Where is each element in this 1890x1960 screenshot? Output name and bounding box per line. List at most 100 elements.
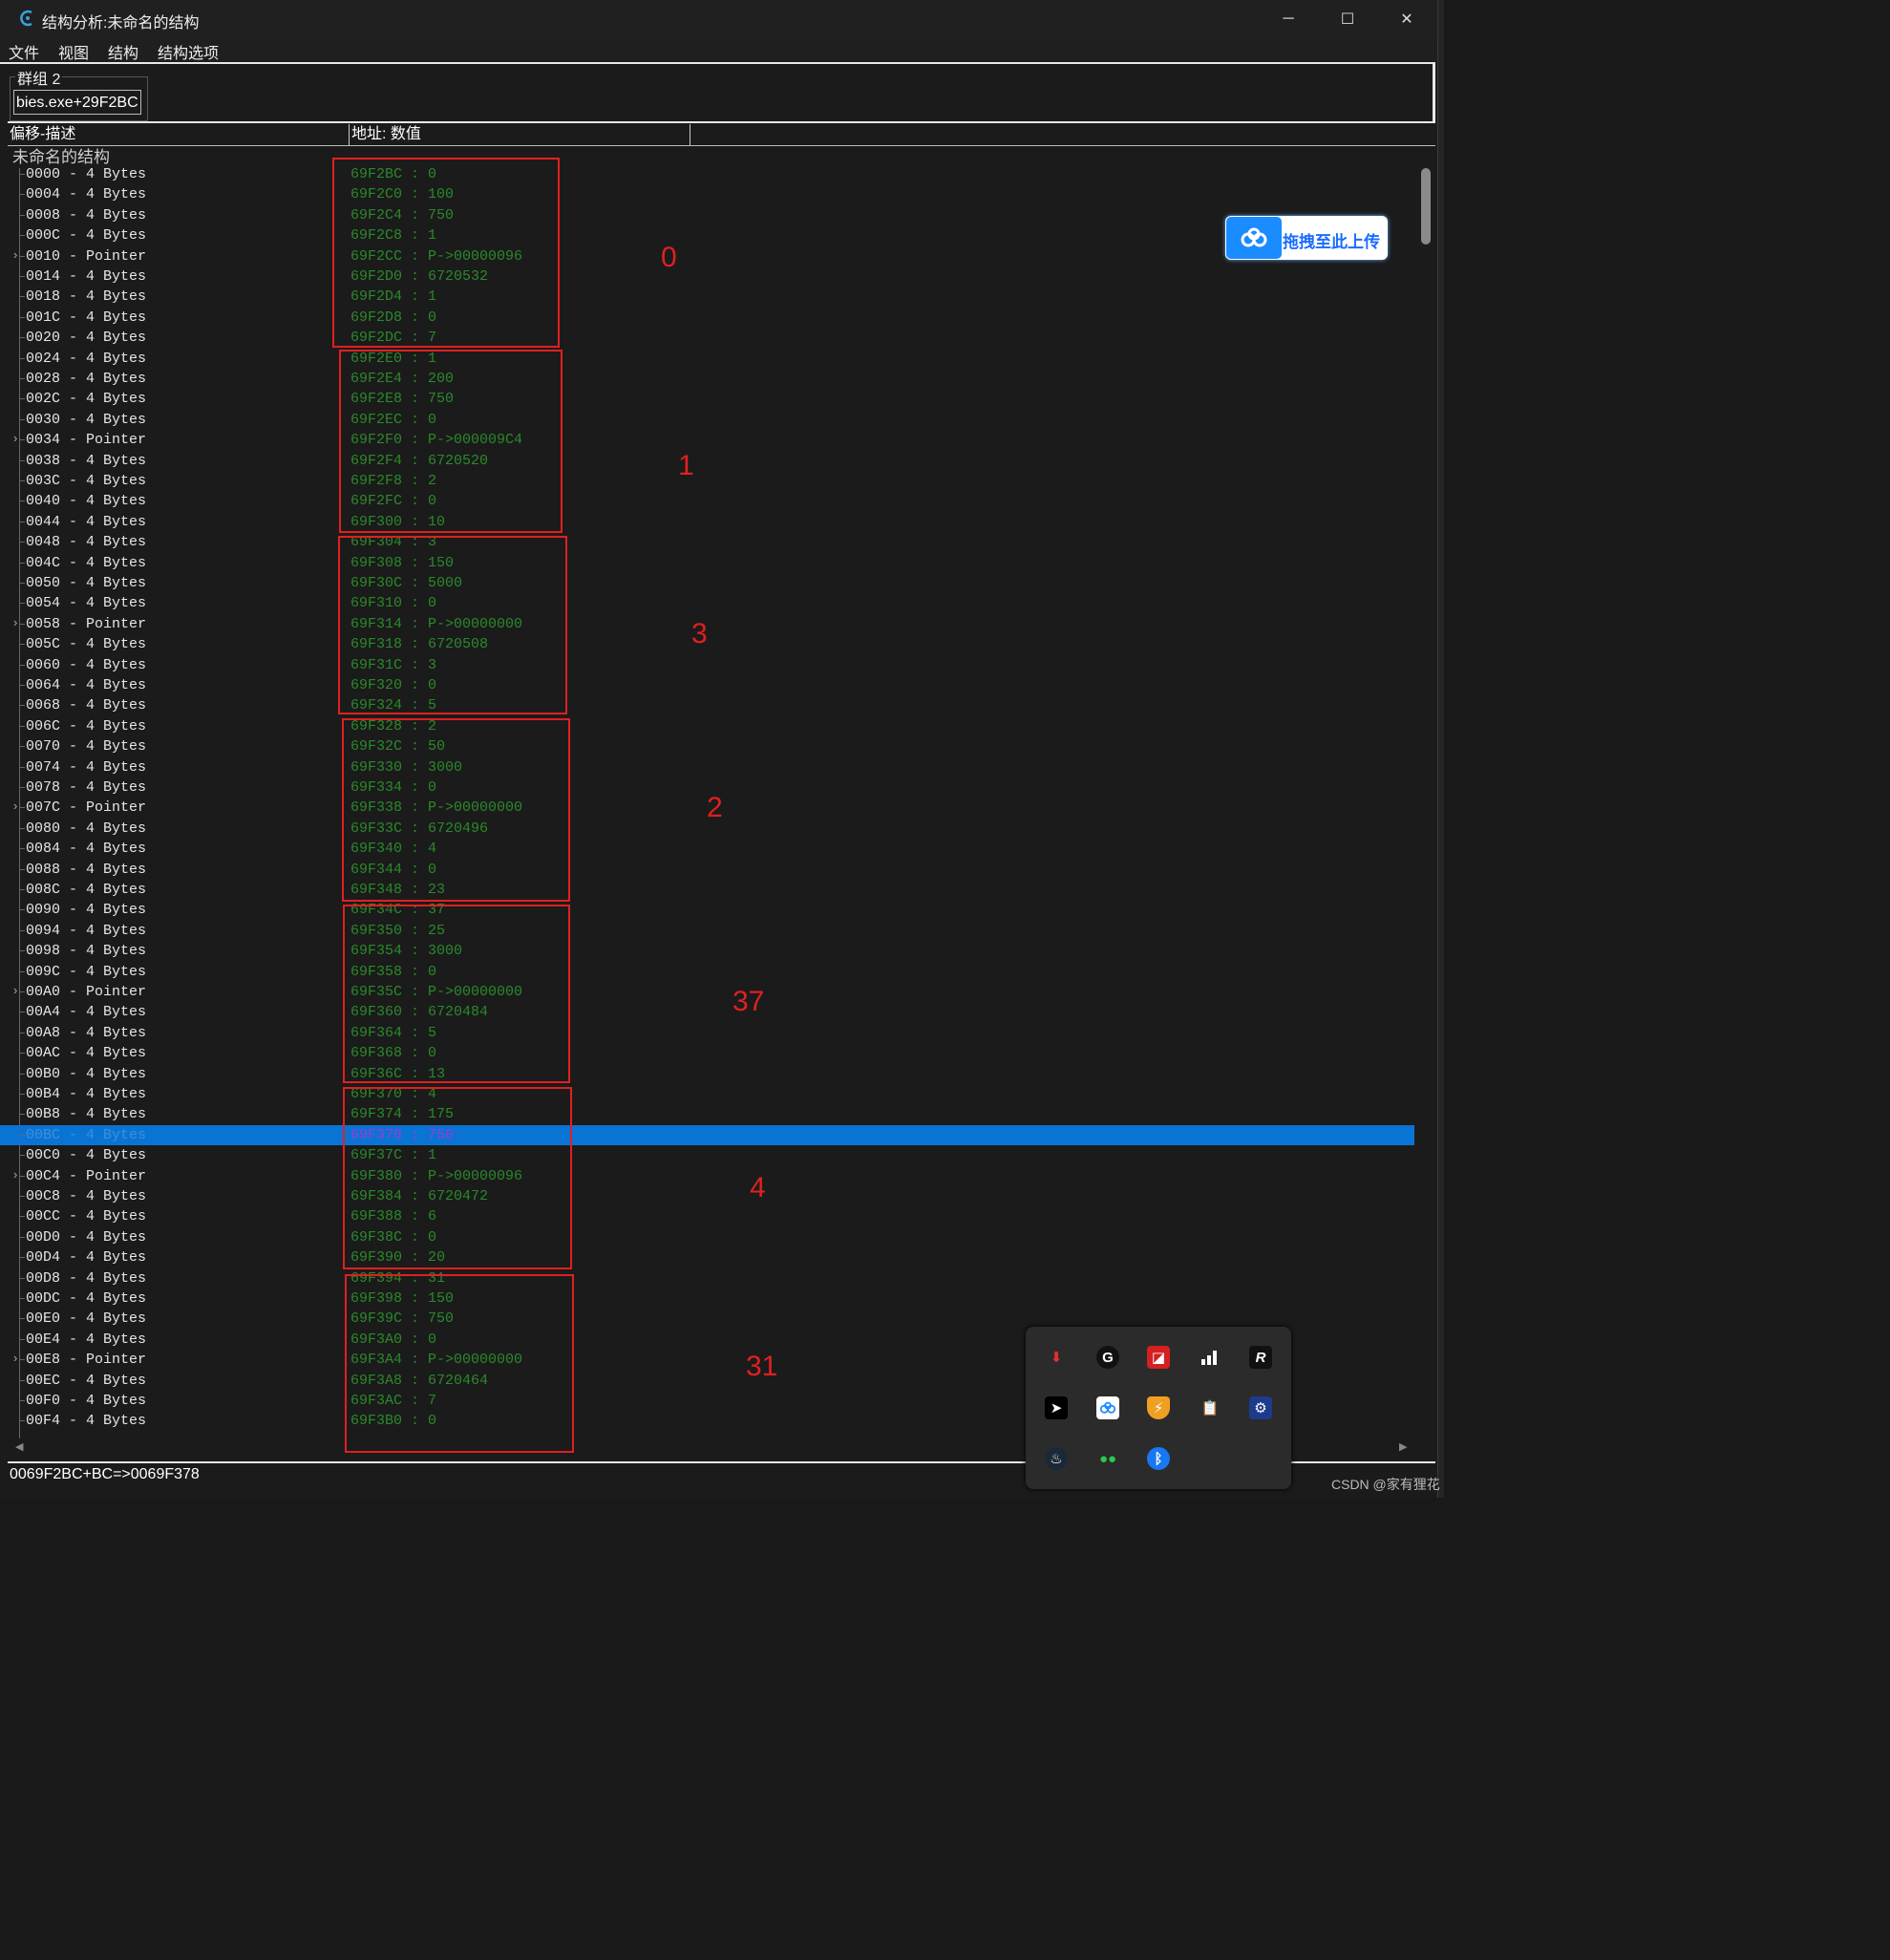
tree-row[interactable]: › 0010 - Pointer 69F2CC : P->00000096 [0,246,1414,266]
tree-row[interactable]: 0020 - 4 Bytes 69F2DC : 7 [0,328,1414,348]
r-icon[interactable]: R [1249,1346,1272,1369]
menu-view[interactable]: 视图 [58,40,89,63]
tree-row[interactable]: 00B0 - 4 Bytes 69F36C : 13 [0,1064,1414,1084]
tree-row[interactable]: 00A8 - 4 Bytes 69F364 : 5 [0,1023,1414,1043]
amd-icon[interactable]: ◪ [1147,1346,1170,1369]
tree-row[interactable]: 00B4 - 4 Bytes 69F370 : 4 [0,1084,1414,1104]
bluetooth-icon[interactable]: ᛒ [1147,1447,1170,1470]
tree-branch-line [19,583,25,584]
tree-row[interactable]: 0090 - 4 Bytes 69F34C : 37 [0,900,1414,920]
expand-chevron-icon[interactable]: › [13,1351,17,1365]
clipboard-icon[interactable]: 📋 [1199,1396,1221,1419]
download-icon[interactable]: ⬇ [1045,1346,1068,1369]
tree-branch-line [19,562,25,564]
row-offset-description: 00DC - 4 Bytes [26,1290,147,1307]
tree-row[interactable]: 0060 - 4 Bytes 69F31C : 3 [0,655,1414,675]
minimize-button[interactable]: ─ [1261,4,1316,34]
expand-chevron-icon[interactable]: › [13,1167,17,1182]
tree-row[interactable]: 0044 - 4 Bytes 69F300 : 10 [0,512,1414,532]
tree-row[interactable]: 00A4 - 4 Bytes 69F360 : 6720484 [0,1002,1414,1022]
logitech-g-icon[interactable]: G [1096,1346,1119,1369]
tree-row[interactable]: › 00A0 - Pointer 69F35C : P->00000000 [0,982,1414,1002]
tree-row[interactable]: 0024 - 4 Bytes 69F2E0 : 1 [0,349,1414,369]
tree-row[interactable]: 003C - 4 Bytes 69F2F8 : 2 [0,471,1414,491]
tree-row[interactable]: 0064 - 4 Bytes 69F320 : 0 [0,675,1414,695]
tree-branch-line [19,1420,25,1422]
tree-row[interactable]: 00D4 - 4 Bytes 69F390 : 20 [0,1247,1414,1268]
expand-chevron-icon[interactable]: › [13,799,17,813]
tree-row[interactable]: 0030 - 4 Bytes 69F2EC : 0 [0,410,1414,430]
highlight-box [343,905,570,1083]
tree-row[interactable]: 006C - 4 Bytes 69F328 : 2 [0,716,1414,736]
menu-structure[interactable]: 结构 [108,40,138,63]
tree-branch-line [19,1236,25,1238]
tree-row[interactable]: 0088 - 4 Bytes 69F344 : 0 [0,860,1414,880]
expand-chevron-icon[interactable]: › [13,983,17,997]
row-offset-description: 00E8 - Pointer [26,1352,147,1369]
tree-row[interactable]: 000C - 4 Bytes 69F2C8 : 1 [0,225,1414,245]
group-address-input[interactable]: bies.exe+29F2BC [13,90,141,115]
tree-row[interactable]: 009C - 4 Bytes 69F358 : 0 [0,962,1414,982]
menu-file[interactable]: 文件 [9,40,39,63]
tree-row[interactable]: 0084 - 4 Bytes 69F340 : 4 [0,839,1414,859]
tree-row[interactable]: 0028 - 4 Bytes 69F2E4 : 200 [0,369,1414,389]
expand-chevron-icon[interactable]: › [13,247,17,262]
row-offset-description: 00A0 - Pointer [26,984,147,1000]
menu-structure-options[interactable]: 结构选项 [158,40,219,63]
tree-row[interactable]: 004C - 4 Bytes 69F308 : 150 [0,553,1414,573]
baidu-netdisk-icon[interactable] [1096,1396,1119,1419]
annotation-label: 3 [691,618,708,650]
tree-branch-line [19,623,25,625]
tree-row[interactable]: 0038 - 4 Bytes 69F2F4 : 6720520 [0,451,1414,471]
tree-row[interactable]: 00CC - 4 Bytes 69F388 : 6 [0,1206,1414,1226]
cursor-app-icon[interactable]: ➤ [1045,1396,1068,1419]
tree-row[interactable]: 00B8 - 4 Bytes 69F374 : 175 [0,1104,1414,1124]
column-header-address[interactable]: 地址: 数值 [350,124,690,145]
scroll-left-icon[interactable]: ◀ [15,1440,23,1453]
tree-row[interactable]: 00DC - 4 Bytes 69F398 : 150 [0,1289,1414,1309]
row-offset-description: 009C - 4 Bytes [26,963,147,980]
tree-row[interactable]: 00BC - 4 Bytes 69F378 : 750 [0,1124,1414,1146]
tree-row[interactable]: 0004 - 4 Bytes 69F2C0 : 100 [0,184,1414,204]
bar-chart-icon[interactable] [1199,1346,1221,1369]
tree-row[interactable]: 0098 - 4 Bytes 69F354 : 3000 [0,941,1414,961]
tree-row[interactable]: 0074 - 4 Bytes 69F330 : 3000 [0,757,1414,778]
tree-row[interactable]: 002C - 4 Bytes 69F2E8 : 750 [0,389,1414,409]
expand-chevron-icon[interactable]: › [13,615,17,629]
row-offset-description: 0088 - 4 Bytes [26,861,147,878]
wechat-icon[interactable]: ●● [1096,1447,1119,1470]
steam-icon[interactable]: ♨ [1045,1447,1068,1470]
tree-row[interactable]: 0070 - 4 Bytes 69F32C : 50 [0,736,1414,756]
vertical-scrollbar[interactable] [1421,168,1431,245]
tree-row[interactable]: 00C0 - 4 Bytes 69F37C : 1 [0,1145,1414,1165]
maximize-button[interactable]: ☐ [1320,4,1375,34]
tree-row[interactable]: 001C - 4 Bytes 69F2D8 : 0 [0,308,1414,328]
column-header-offset[interactable]: 偏移-描述 [8,124,350,145]
tree-row[interactable]: 0068 - 4 Bytes 69F324 : 5 [0,695,1414,715]
tree-row[interactable]: 00D8 - 4 Bytes 69F394 : 31 [0,1268,1414,1289]
tree-row[interactable]: 008C - 4 Bytes 69F348 : 23 [0,880,1414,900]
tree-row[interactable]: 0048 - 4 Bytes 69F304 : 3 [0,532,1414,552]
tree-row[interactable]: 0050 - 4 Bytes 69F30C : 5000 [0,573,1414,593]
tree-row[interactable]: 0054 - 4 Bytes 69F310 : 0 [0,593,1414,613]
tree-row[interactable]: 0094 - 4 Bytes 69F350 : 25 [0,921,1414,941]
expand-chevron-icon[interactable]: › [13,431,17,445]
row-offset-description: 006C - 4 Bytes [26,717,147,735]
upload-button[interactable]: 拖拽至此上传 [1225,216,1388,260]
tree-row[interactable]: 0008 - 4 Bytes 69F2C4 : 750 [0,205,1414,225]
close-button[interactable]: ✕ [1379,4,1434,34]
scroll-right-icon[interactable]: ▶ [1399,1440,1407,1453]
tree-row[interactable]: 00C8 - 4 Bytes 69F384 : 6720472 [0,1186,1414,1206]
shield-icon[interactable]: ⚡ [1147,1396,1170,1419]
tree-row[interactable]: 0000 - 4 Bytes 69F2BC : 0 [0,164,1414,184]
row-offset-description: 00D4 - 4 Bytes [26,1249,147,1267]
network-app-icon[interactable]: ⚙ [1249,1396,1272,1419]
tree-row[interactable]: 0014 - 4 Bytes 69F2D0 : 6720532 [0,266,1414,287]
tree-row[interactable]: › 00C4 - Pointer 69F380 : P->00000096 [0,1166,1414,1186]
tree-row[interactable]: › 0034 - Pointer 69F2F0 : P->000009C4 [0,430,1414,450]
tree-row[interactable]: 00D0 - 4 Bytes 69F38C : 0 [0,1227,1414,1247]
tree-row[interactable]: 00AC - 4 Bytes 69F368 : 0 [0,1043,1414,1063]
tree-branch-line [19,1298,25,1299]
tree-row[interactable]: 0040 - 4 Bytes 69F2FC : 0 [0,491,1414,511]
tree-row[interactable]: 0018 - 4 Bytes 69F2D4 : 1 [0,287,1414,307]
